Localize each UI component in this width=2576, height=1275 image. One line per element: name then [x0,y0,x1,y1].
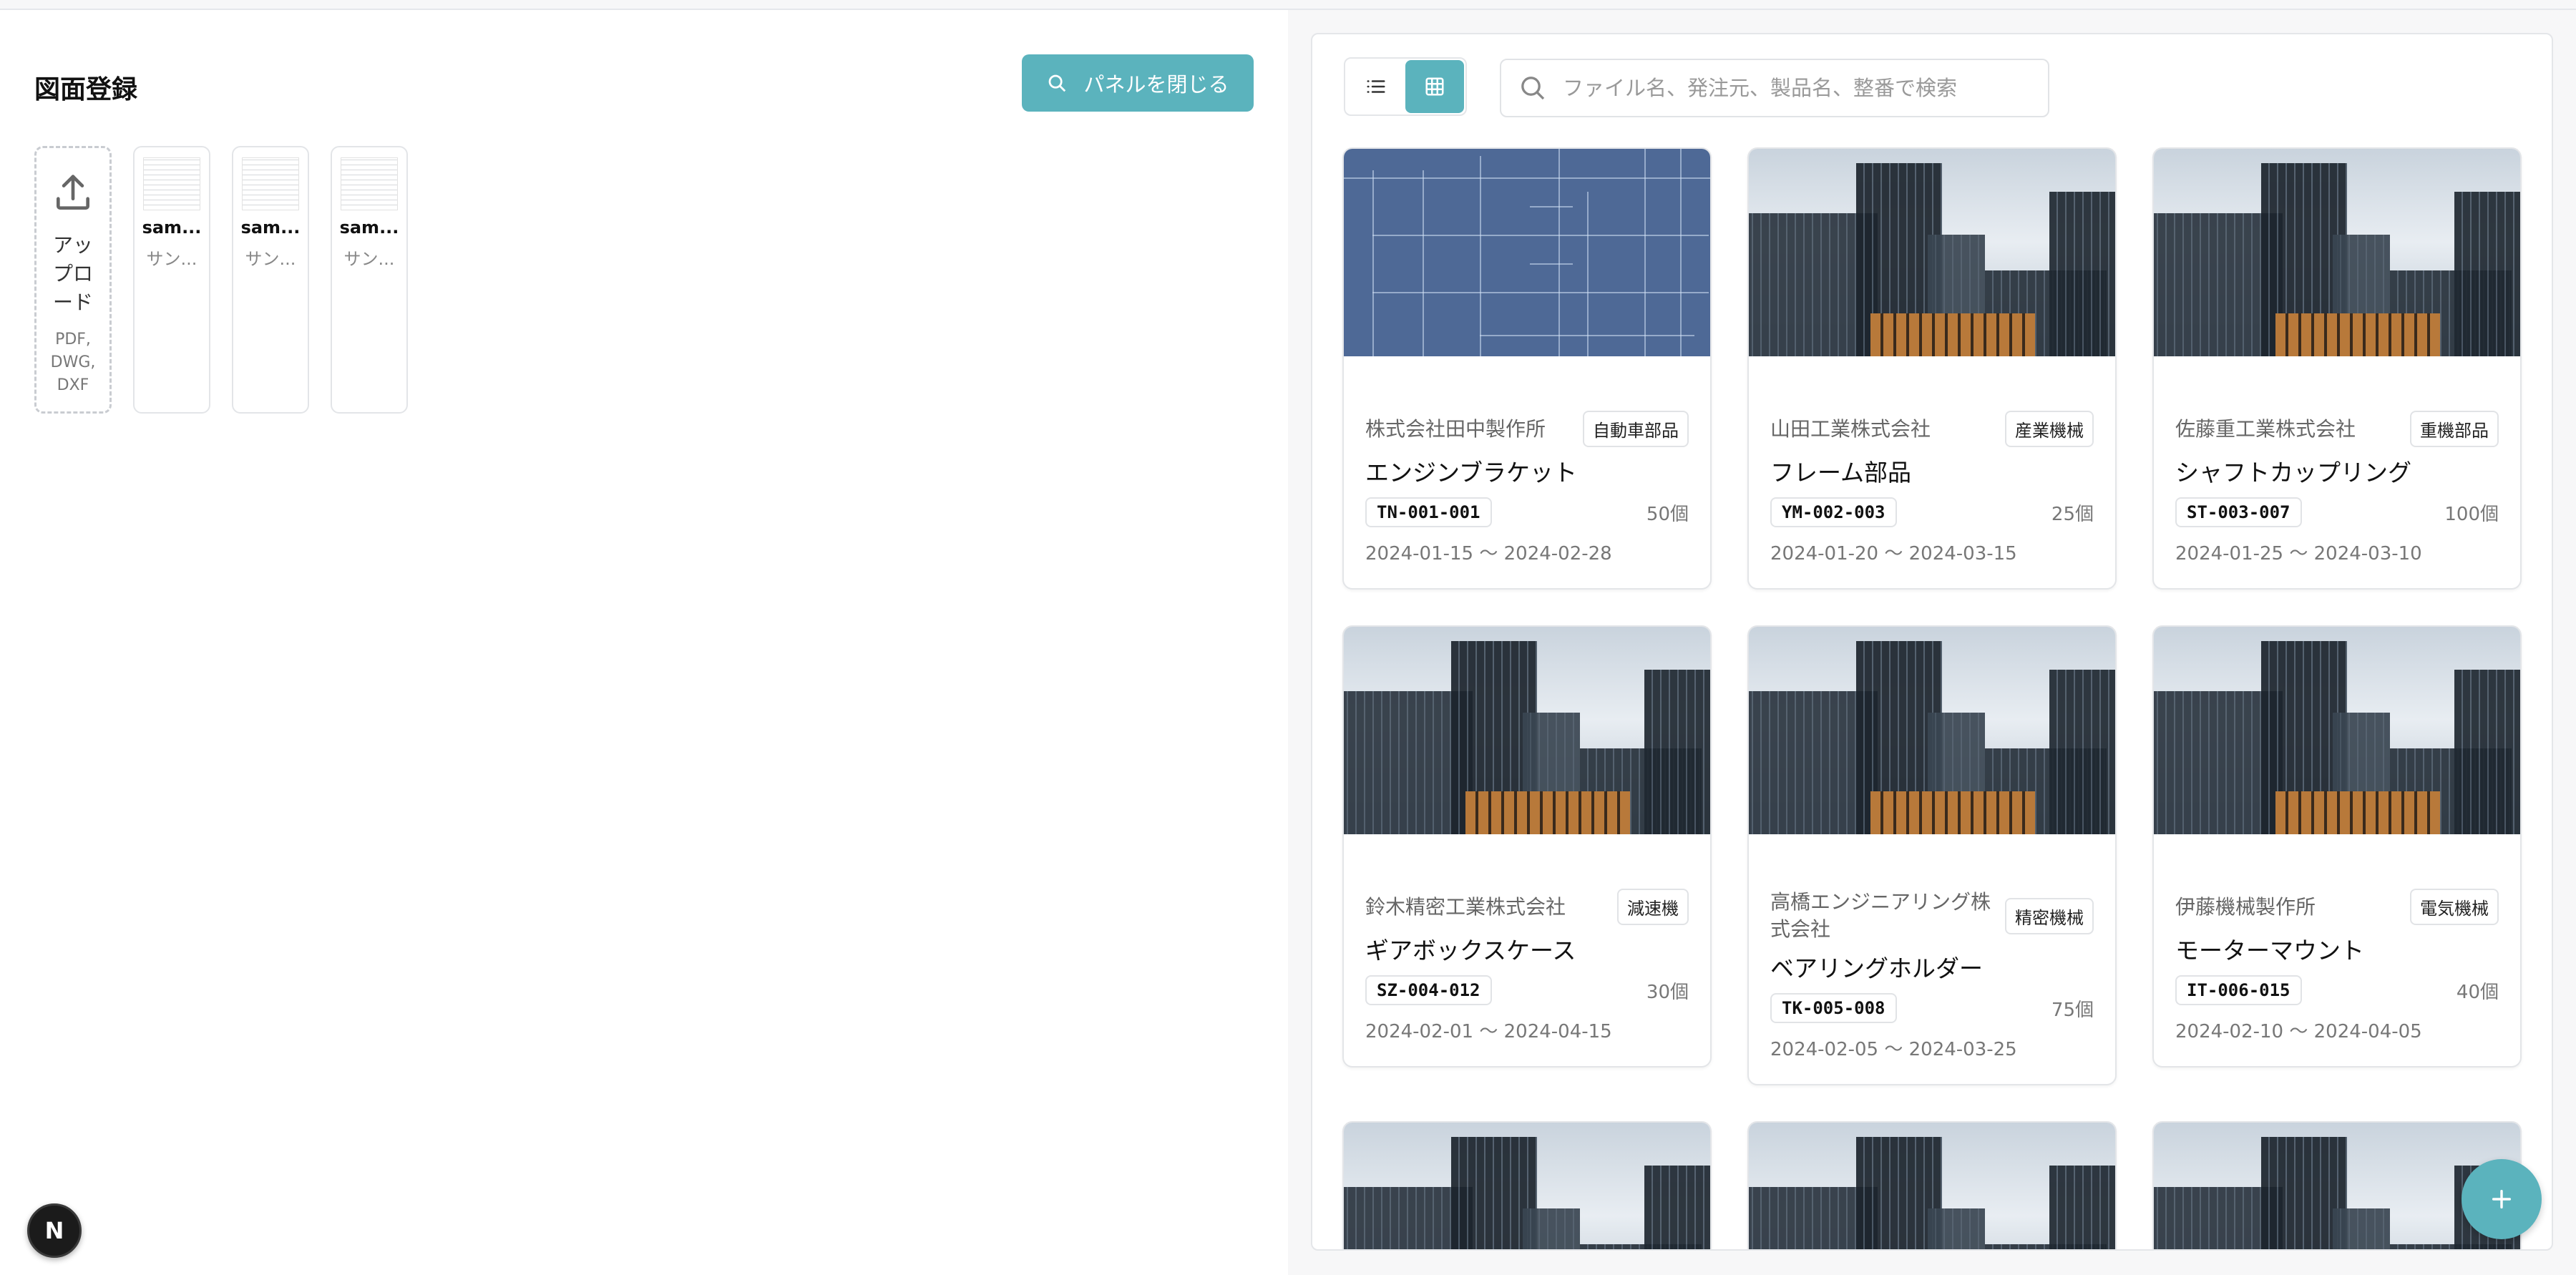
file-tile[interactable]: sam... サン... [331,146,408,414]
next-dev-badge[interactable]: N [27,1203,82,1258]
building-thumbnail [1344,627,1710,834]
product-name: シャフトカップリング [2175,459,2411,487]
date-range: 2024-01-20 〜 2024-03-15 [1770,543,2017,565]
file-name: sam... [142,218,202,238]
drawing-card[interactable]: 佐藤重工業株式会社 重機部品シャフトカップリング ST-003-007 100個 202… [2152,147,2522,590]
quantity: 30個 [1646,981,1689,1003]
search-box [1500,59,2049,117]
drawing-card[interactable]: 山田工業株式会社 産業機械フレーム部品 YM-002-003 25個 2024-01-2… [1747,147,2117,590]
drawing-card[interactable] [1342,1121,1712,1249]
part-code: ST-003-007 [2175,497,2302,527]
product-name: モーターマウント [2175,937,2364,964]
quantity: 75個 [2051,999,2094,1021]
upload-label: アップロード [52,233,93,314]
upload-icon [57,175,89,210]
company-name: 鈴木精密工業株式会社 [1365,894,1566,919]
drawing-card-grid: 株式会社田中製作所 自動車部品 エンジンブラケット TN-001-001 50個 2024… [1342,147,2524,1249]
product-name: ギアボックスケース [1365,937,1576,964]
quantity: 100個 [2444,503,2499,525]
category-badge: 自動車部品 [1583,411,1689,447]
file-subtitle: サン... [146,249,197,269]
drawing-card[interactable]: 株式会社田中製作所 自動車部品 エンジンブラケット TN-001-001 50個 2024… [1342,147,1712,590]
card-meta: SZ-004-012 30個 [1365,975,1689,1005]
product-name: ベアリングホルダー [1770,954,1983,982]
date-range: 2024-02-10 〜 2024-04-05 [2175,1021,2422,1042]
file-subtitle: サン... [245,249,296,269]
company-name: 山田工業株式会社 [1770,416,1931,441]
quantity: 50個 [1646,503,1689,525]
search-icon [1049,74,1066,92]
card-header: 高橋エンジニアリング株式会社 精密機械 [1770,889,2094,943]
view-toggle [1344,57,1467,116]
search-icon [1521,77,1545,100]
date-range: 2024-01-15 〜 2024-02-28 [1365,543,1612,565]
file-thumbnail [242,157,299,210]
file-tile[interactable]: sam... サン... [133,146,210,414]
card-header: 鈴木精密工業株式会社 減速機 [1365,889,1689,925]
quantity: 25個 [2051,503,2094,525]
list-view-button[interactable] [1347,60,1405,113]
card-header: 株式会社田中製作所 自動車部品 [1365,411,1689,447]
building-thumbnail [2154,627,2520,834]
building-thumbnail [1749,627,2115,834]
product-name: フレーム部品 [1770,459,1912,487]
close-panel-label: パネルを閉じる [1083,72,1229,97]
file-tile[interactable]: sam... サン... [232,146,309,414]
grid-view-button[interactable] [1405,60,1464,113]
card-meta: IT-006-015 40個 [2175,975,2499,1005]
page-title: 図面登録 [34,75,138,104]
card-header: 伊藤機械製作所 電気機械 [2175,889,2499,925]
close-panel-button[interactable]: パネルを閉じる [1022,54,1254,112]
add-drawing-button[interactable] [2462,1159,2542,1239]
part-code: TN-001-001 [1365,497,1492,527]
part-code: IT-006-015 [2175,975,2302,1005]
card-meta: TN-001-001 50個 [1365,497,1689,527]
category-badge: 精密機械 [2005,897,2094,934]
part-code: SZ-004-012 [1365,975,1492,1005]
drawing-card[interactable]: 伊藤機械製作所 電気機械モーターマウント IT-006-015 40個 2024-02-… [2152,625,2522,1068]
card-meta: YM-002-003 25個 [1770,497,2094,527]
category-badge: 重機部品 [2410,411,2499,447]
company-name: 佐藤重工業株式会社 [2175,416,2356,441]
drawing-card[interactable]: 高橋エンジニアリング株式会社 精密機械 ベアリングホルダー TK-005-008 75個… [1747,625,2117,1085]
category-badge: 減速機 [1617,889,1689,925]
card-meta: ST-003-007 100個 [2175,497,2499,527]
drawing-list-panel: 株式会社田中製作所 自動車部品エンジンブラケット TN-001-001 50個 2024… [1311,33,2553,1251]
building-thumbnail [2154,149,2520,356]
file-name: sam... [240,218,301,238]
file-tiles: アップロード PDF, DWG, DXF sam... サン... sam...… [34,146,408,414]
date-range: 2024-02-05 〜 2024-03-25 [1770,1039,2017,1060]
category-badge: 電気機械 [2410,889,2499,925]
part-code: TK-005-008 [1770,993,1897,1023]
file-thumbnail [143,157,200,210]
date-range: 2024-01-25 〜 2024-03-10 [2175,543,2422,565]
company-name: 株式会社田中製作所 [1365,416,1546,441]
file-thumbnail [341,157,398,210]
file-name: sam... [339,218,399,238]
company-name: 高橋エンジニアリング株式会社 [1770,890,1991,941]
card-meta: TK-005-008 75個 [1770,993,2094,1023]
list-icon [1367,80,1385,93]
upload-dropzone[interactable]: アップロード PDF, DWG, DXF [34,146,112,414]
grid-icon [1425,77,1444,96]
date-range: 2024-02-01 〜 2024-04-15 [1365,1021,1612,1042]
upload-formats: PDF, DWG, DXF [50,331,96,394]
drawing-card[interactable] [1747,1121,2117,1249]
drawing-card[interactable]: 鈴木精密工業株式会社 減速機ギアボックスケース SZ-004-012 30個 2024-… [1342,625,1712,1068]
drawing-register-panel: 図面登録 パネルを閉じる アップロード PDF, DWG, DXF sam...… [0,10,1288,1275]
blueprint-thumbnail [1344,149,1710,356]
card-header: 佐藤重工業株式会社 重機部品 [2175,411,2499,447]
card-header: 山田工業株式会社 産業機械 [1770,411,2094,447]
building-thumbnail [1749,1123,2115,1249]
file-subtitle: サン... [343,249,395,269]
building-thumbnail [1344,1123,1710,1249]
company-name: 伊藤機械製作所 [2175,894,2316,919]
part-code: YM-002-003 [1770,497,1897,527]
plus-icon [2492,1189,2512,1209]
category-badge: 産業機械 [2005,411,2094,447]
quantity: 40個 [2456,981,2499,1003]
building-thumbnail [1749,149,2115,356]
product-name: エンジンブラケット [1365,459,1578,487]
search-input[interactable] [1563,76,2035,100]
